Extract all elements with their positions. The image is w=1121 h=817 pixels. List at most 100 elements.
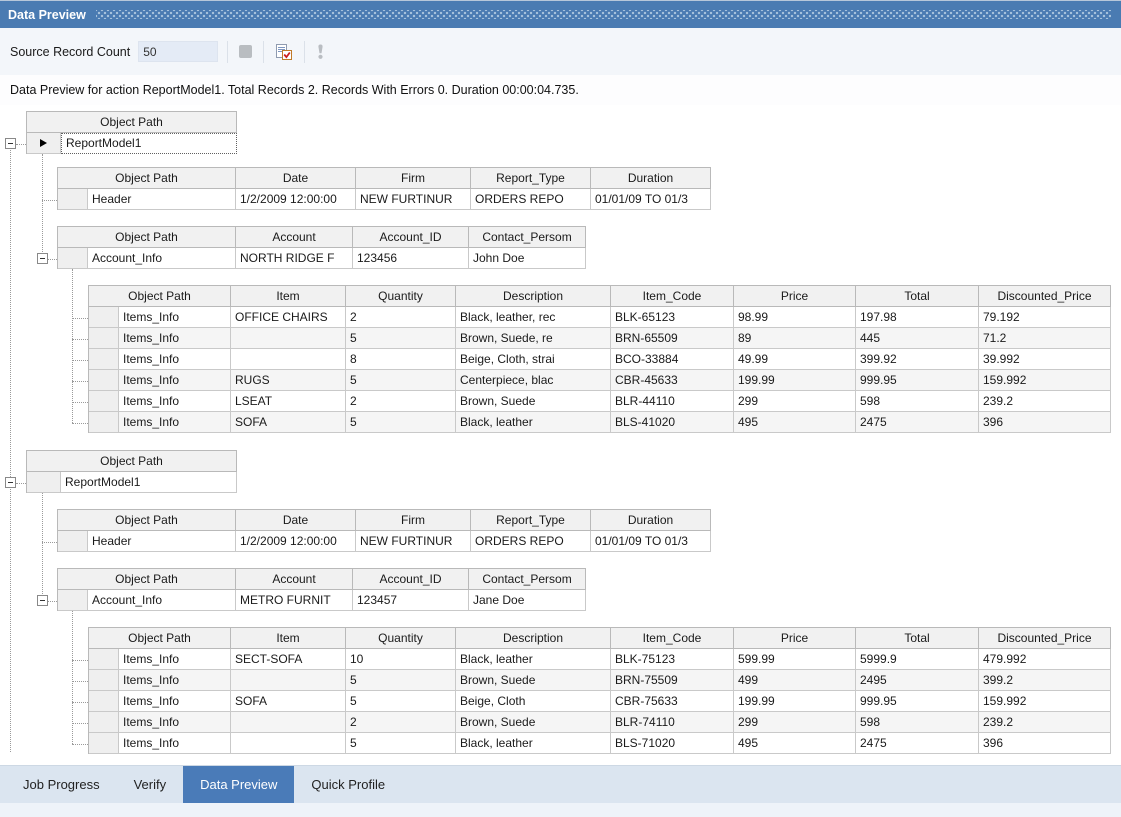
data-cell[interactable]: 89 — [734, 328, 856, 349]
data-cell[interactable]: 39.992 — [979, 349, 1111, 370]
data-cell[interactable]: 5 — [346, 412, 456, 433]
data-cell[interactable]: 239.2 — [979, 712, 1111, 733]
data-cell[interactable]: 5 — [346, 370, 456, 391]
row-header[interactable] — [89, 370, 119, 391]
data-cell[interactable]: OFFICE CHAIRS — [231, 307, 346, 328]
data-cell[interactable]: Black, leather — [456, 649, 611, 670]
data-cell[interactable]: CBR-75633 — [611, 691, 734, 712]
data-cell[interactable]: 5 — [346, 670, 456, 691]
data-cell[interactable]: Items_Info — [119, 349, 231, 370]
data-cell[interactable]: ReportModel1 — [61, 133, 237, 154]
data-cell[interactable]: 71.2 — [979, 328, 1111, 349]
data-cell[interactable]: 01/01/09 TO 01/3 — [591, 531, 711, 552]
data-cell[interactable]: CBR-45633 — [611, 370, 734, 391]
data-cell[interactable]: 1/2/2009 12:00:00 — [236, 189, 356, 210]
data-cell[interactable]: 495 — [734, 412, 856, 433]
data-cell[interactable] — [231, 733, 346, 754]
row-header[interactable] — [89, 691, 119, 712]
show-warnings-button[interactable] — [314, 41, 327, 63]
data-cell[interactable]: BRN-65509 — [611, 328, 734, 349]
data-cell[interactable]: Items_Info — [119, 370, 231, 391]
tab-quick-profile[interactable]: Quick Profile — [294, 766, 402, 803]
row-header[interactable] — [89, 670, 119, 691]
data-cell[interactable]: SECT-SOFA — [231, 649, 346, 670]
data-cell[interactable]: Items_Info — [119, 412, 231, 433]
data-cell[interactable]: 79.192 — [979, 307, 1111, 328]
data-cell[interactable]: BLR-44110 — [611, 391, 734, 412]
data-cell[interactable]: 01/01/09 TO 01/3 — [591, 189, 711, 210]
data-cell[interactable]: 49.99 — [734, 349, 856, 370]
data-cell[interactable]: BLK-65123 — [611, 307, 734, 328]
data-cell[interactable]: 123457 — [353, 590, 469, 611]
data-cell[interactable]: 5 — [346, 328, 456, 349]
data-cell[interactable]: 999.95 — [856, 691, 979, 712]
collapse-expander-icon[interactable] — [5, 138, 16, 149]
data-cell[interactable]: Brown, Suede, re — [456, 328, 611, 349]
data-cell[interactable]: 399.2 — [979, 670, 1111, 691]
data-cell[interactable]: Items_Info — [119, 670, 231, 691]
row-header[interactable] — [89, 307, 119, 328]
data-cell[interactable]: 239.2 — [979, 391, 1111, 412]
data-cell[interactable]: BLK-75123 — [611, 649, 734, 670]
verify-preview-button[interactable] — [273, 41, 295, 63]
data-cell[interactable]: 5 — [346, 733, 456, 754]
data-cell[interactable]: 199.99 — [734, 370, 856, 391]
data-cell[interactable]: Account_Info — [88, 590, 236, 611]
data-cell[interactable]: 123456 — [353, 248, 469, 269]
data-cell[interactable]: 5999.9 — [856, 649, 979, 670]
data-cell[interactable]: 2 — [346, 307, 456, 328]
collapse-expander-icon[interactable] — [37, 595, 48, 606]
data-cell[interactable]: METRO FURNIT — [236, 590, 353, 611]
tab-job-progress[interactable]: Job Progress — [6, 766, 117, 803]
tab-data-preview[interactable]: Data Preview — [183, 766, 294, 803]
data-cell[interactable]: SOFA — [231, 691, 346, 712]
data-cell[interactable]: Brown, Suede — [456, 670, 611, 691]
data-cell[interactable]: Jane Doe — [469, 590, 586, 611]
data-cell[interactable]: NEW FURTINUR — [356, 189, 471, 210]
data-cell[interactable]: 999.95 — [856, 370, 979, 391]
data-cell[interactable]: 1/2/2009 12:00:00 — [236, 531, 356, 552]
data-cell[interactable]: Items_Info — [119, 691, 231, 712]
row-header[interactable] — [89, 391, 119, 412]
data-cell[interactable]: 399.92 — [856, 349, 979, 370]
data-cell[interactable]: 2475 — [856, 412, 979, 433]
data-cell[interactable]: Brown, Suede — [456, 712, 611, 733]
row-header[interactable] — [89, 649, 119, 670]
data-cell[interactable]: BCO-33884 — [611, 349, 734, 370]
tab-verify[interactable]: Verify — [117, 766, 184, 803]
data-cell[interactable]: Items_Info — [119, 328, 231, 349]
row-header[interactable] — [89, 733, 119, 754]
data-cell[interactable]: BLS-41020 — [611, 412, 734, 433]
data-cell[interactable]: Items_Info — [119, 391, 231, 412]
data-cell[interactable]: 445 — [856, 328, 979, 349]
data-cell[interactable]: NORTH RIDGE F — [236, 248, 353, 269]
data-cell[interactable]: 159.992 — [979, 370, 1111, 391]
row-header[interactable] — [89, 712, 119, 733]
data-cell[interactable]: 396 — [979, 733, 1111, 754]
row-header[interactable] — [27, 133, 61, 154]
data-cell[interactable]: Black, leather — [456, 412, 611, 433]
data-cell[interactable]: 159.992 — [979, 691, 1111, 712]
data-cell[interactable]: SOFA — [231, 412, 346, 433]
collapse-expander-icon[interactable] — [37, 253, 48, 264]
data-cell[interactable]: 495 — [734, 733, 856, 754]
data-cell[interactable]: 479.992 — [979, 649, 1111, 670]
data-cell[interactable]: Brown, Suede — [456, 391, 611, 412]
data-cell[interactable]: Items_Info — [119, 733, 231, 754]
data-cell[interactable]: Black, leather — [456, 733, 611, 754]
data-cell[interactable]: BLR-74110 — [611, 712, 734, 733]
data-cell[interactable] — [231, 670, 346, 691]
data-cell[interactable] — [231, 328, 346, 349]
stop-button[interactable] — [237, 43, 254, 60]
data-cell[interactable]: RUGS — [231, 370, 346, 391]
data-cell[interactable] — [231, 712, 346, 733]
data-cell[interactable]: 598 — [856, 712, 979, 733]
data-cell[interactable]: 499 — [734, 670, 856, 691]
row-header[interactable] — [58, 189, 88, 210]
data-cell[interactable]: 199.99 — [734, 691, 856, 712]
data-cell[interactable]: Items_Info — [119, 307, 231, 328]
data-cell[interactable]: Account_Info — [88, 248, 236, 269]
data-cell[interactable]: 396 — [979, 412, 1111, 433]
record-count-input[interactable] — [138, 41, 218, 62]
data-cell[interactable]: 5 — [346, 691, 456, 712]
